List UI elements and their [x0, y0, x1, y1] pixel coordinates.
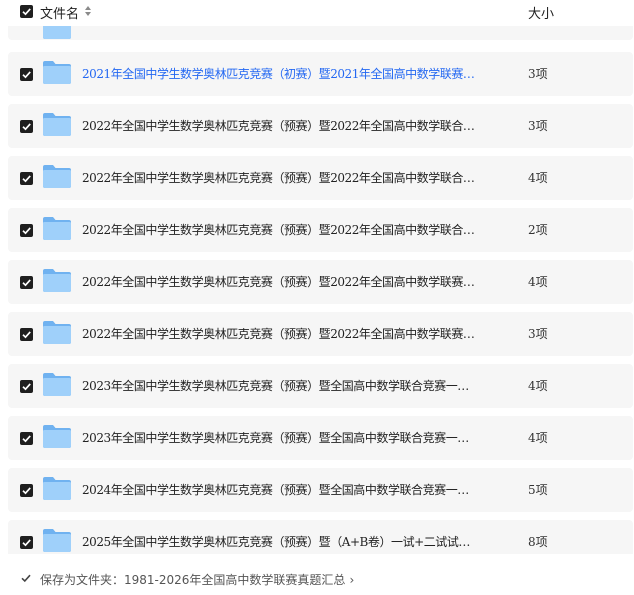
list-item[interactable]: 2021年全国中学生数学奥林匹克竞赛（初赛）暨2021年全国高中数学联赛… 3项	[8, 52, 633, 96]
item-count: 4项	[528, 379, 548, 393]
list-item[interactable]: 2022年全国中学生数学奥林匹克竞赛（预赛）暨2022年全国高中数学联合… 2项	[8, 208, 633, 252]
folder-icon	[43, 26, 71, 39]
file-name[interactable]: 2025年全国中学生数学奥林匹克竞赛（预赛）暨（A+B卷）一试+二试试…	[82, 533, 482, 550]
item-count: 8项	[528, 535, 548, 549]
file-name[interactable]: 2022年全国中学生数学奥林匹克竞赛（预赛）暨2022年全国高中数学联赛…	[82, 273, 482, 290]
item-count: 4项	[528, 275, 548, 289]
list-item[interactable]: 2025年全国中学生数学奥林匹克竞赛（预赛）暨（A+B卷）一试+二试试… 8项	[8, 520, 633, 554]
row-checkbox[interactable]	[20, 120, 33, 133]
list-item-partial[interactable]	[8, 26, 633, 40]
list-item[interactable]: 2024年全国中学生数学奥林匹克竞赛（预赛）暨全国高中数学联合竞赛一… 5项	[8, 468, 633, 512]
list-header: 文件名 大小	[0, 0, 634, 26]
row-checkbox[interactable]	[20, 68, 33, 81]
item-count: 3项	[528, 67, 548, 81]
folder-icon	[43, 269, 71, 292]
file-name[interactable]: 2022年全国中学生数学奥林匹克竞赛（预赛）暨2022年全国高中数学联合…	[82, 117, 482, 134]
chevron-right-icon[interactable]: ›	[349, 573, 354, 587]
row-checkbox[interactable]	[20, 484, 33, 497]
row-checkbox[interactable]	[20, 380, 33, 393]
item-count: 3项	[528, 327, 548, 341]
folder-icon	[43, 113, 71, 136]
select-all-checkbox[interactable]	[20, 5, 33, 18]
save-location-path[interactable]: 1981-2026年全国高中数学联赛真题汇总	[124, 573, 345, 587]
folder-icon	[43, 165, 71, 188]
list-item[interactable]: 2023年全国中学生数学奥林匹克竞赛（预赛）暨全国高中数学联合竞赛一… 4项	[8, 416, 633, 460]
row-checkbox[interactable]	[20, 172, 33, 185]
file-name[interactable]: 2022年全国中学生数学奥林匹克竞赛（预赛）暨2022年全国高中数学联合…	[82, 169, 482, 186]
folder-icon	[43, 61, 71, 84]
folder-icon	[43, 217, 71, 240]
file-name[interactable]: 2024年全国中学生数学奥林匹克竞赛（预赛）暨全国高中数学联合竞赛一…	[82, 481, 482, 498]
folder-icon	[43, 425, 71, 448]
file-name[interactable]: 2023年全国中学生数学奥林匹克竞赛（预赛）暨全国高中数学联合竞赛一…	[82, 377, 482, 394]
list-item[interactable]: 2022年全国中学生数学奥林匹克竞赛（预赛）暨2022年全国高中数学联合… 3项	[8, 104, 633, 148]
list-item[interactable]: 2022年全国中学生数学奥林匹克竞赛（预赛）暨2022年全国高中数学联合… 4项	[8, 156, 633, 200]
folder-icon	[43, 529, 71, 552]
folder-icon	[43, 373, 71, 396]
file-name[interactable]: 2022年全国中学生数学奥林匹克竞赛（预赛）暨2022年全国高中数学联赛…	[82, 325, 482, 342]
file-list: 2021年全国中学生数学奥林匹克竞赛（初赛）暨2021年全国高中数学联赛… 3项 2…	[0, 26, 634, 554]
item-count: 2项	[528, 223, 548, 237]
folder-icon	[43, 477, 71, 500]
save-location[interactable]: 保存为文件夹：1981-2026年全国高中数学联赛真题汇总 ›	[40, 571, 354, 588]
column-header-name[interactable]: 文件名	[40, 3, 79, 22]
item-count: 4项	[528, 171, 548, 185]
item-count: 5项	[528, 483, 548, 497]
save-location-bar[interactable]: 保存为文件夹：1981-2026年全国高中数学联赛真题汇总 ›	[0, 561, 634, 595]
row-checkbox[interactable]	[20, 276, 33, 289]
row-checkbox[interactable]	[20, 328, 33, 341]
checkbox-checked-icon[interactable]	[20, 572, 32, 584]
row-checkbox[interactable]	[20, 536, 33, 549]
row-checkbox[interactable]	[20, 432, 33, 445]
sort-icon[interactable]	[84, 5, 92, 17]
save-location-label: 保存为文件夹：	[40, 573, 125, 587]
column-header-size[interactable]: 大小	[528, 3, 554, 22]
list-item[interactable]: 2022年全国中学生数学奥林匹克竞赛（预赛）暨2022年全国高中数学联赛… 4项	[8, 260, 633, 304]
file-name[interactable]: 2021年全国中学生数学奥林匹克竞赛（初赛）暨2021年全国高中数学联赛…	[82, 65, 482, 82]
file-name[interactable]: 2023年全国中学生数学奥林匹克竞赛（预赛）暨全国高中数学联合竞赛一…	[82, 429, 482, 446]
file-name[interactable]: 2022年全国中学生数学奥林匹克竞赛（预赛）暨2022年全国高中数学联合…	[82, 221, 482, 238]
list-item[interactable]: 2023年全国中学生数学奥林匹克竞赛（预赛）暨全国高中数学联合竞赛一… 4项	[8, 364, 633, 408]
item-count: 4项	[528, 431, 548, 445]
row-checkbox[interactable]	[20, 224, 33, 237]
folder-icon	[43, 321, 71, 344]
list-item[interactable]: 2022年全国中学生数学奥林匹克竞赛（预赛）暨2022年全国高中数学联赛… 3项	[8, 312, 633, 356]
item-count: 3项	[528, 119, 548, 133]
